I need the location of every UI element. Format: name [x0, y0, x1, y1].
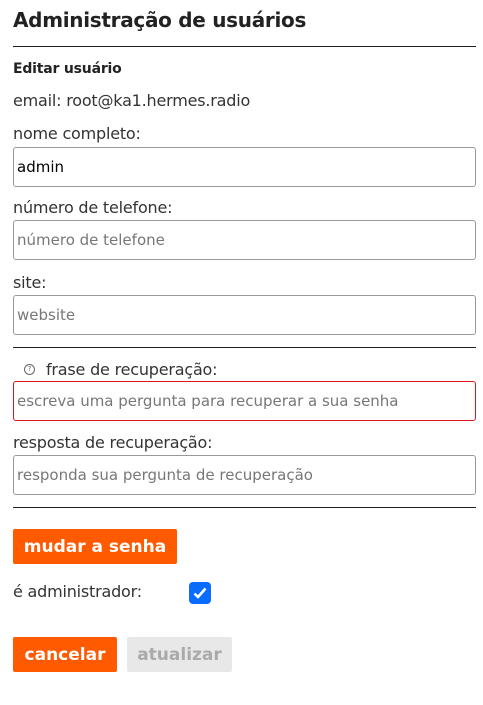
site-label: site:	[13, 273, 47, 292]
recovery-answer-label: resposta de recuperação:	[13, 433, 213, 452]
cancel-button[interactable]: cancelar	[13, 637, 117, 672]
phone-label: número de telefone:	[13, 198, 173, 217]
divider	[13, 347, 476, 348]
change-password-button[interactable]: mudar a senha	[13, 529, 177, 564]
site-input[interactable]	[13, 295, 476, 335]
section-title: Editar usuário	[13, 61, 122, 77]
email-text: email: root@ka1.hermes.radio	[13, 91, 251, 110]
recovery-question-label: frase de recuperação:	[46, 360, 218, 379]
phone-input[interactable]	[13, 220, 476, 260]
recovery-answer-input[interactable]	[13, 455, 476, 495]
is-admin-label: é administrador:	[13, 582, 142, 601]
divider	[13, 46, 476, 47]
checkmark-icon	[193, 587, 207, 599]
is-admin-checkbox[interactable]	[189, 582, 211, 604]
page-title: Administração de usuários	[13, 8, 307, 32]
update-button[interactable]: atualizar	[127, 637, 232, 672]
full-name-input[interactable]	[13, 147, 476, 187]
recovery-question-input[interactable]	[13, 381, 476, 421]
divider	[13, 507, 476, 508]
full-name-label: nome completo:	[13, 124, 141, 143]
help-icon[interactable]: ?	[24, 364, 35, 375]
